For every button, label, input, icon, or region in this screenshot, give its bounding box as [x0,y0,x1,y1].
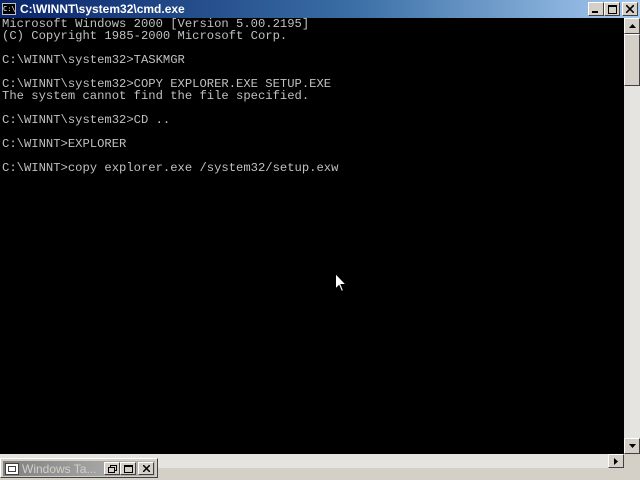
close-button[interactable] [138,462,154,475]
size-grip[interactable] [624,454,640,480]
console-line: C:\WINNT>EXPLORER [2,137,127,151]
close-icon [626,5,634,13]
maximize-button[interactable] [604,2,620,16]
restore-icon [107,464,117,473]
scroll-down-button[interactable] [624,438,640,454]
maximize-icon [123,464,133,473]
vertical-scrollbar[interactable] [624,18,640,454]
minimized-task-manager-window[interactable]: Windows Ta... [0,458,158,478]
console-output[interactable]: Microsoft Windows 2000 [Version 5.00.219… [0,18,624,454]
close-button[interactable] [622,2,638,16]
console-line: The system cannot find the file specifie… [2,89,310,103]
maximize-icon [607,4,617,14]
console-line: (C) Copyright 1985-2000 Microsoft Corp. [2,29,288,43]
console-line: C:\WINNT\system32>CD .. [2,113,171,127]
minimized-title-bar[interactable]: Windows Ta... [3,461,155,476]
close-icon [142,465,150,472]
cmd-icon[interactable]: C:\ [2,3,16,15]
restore-button[interactable] [104,462,120,475]
arrow-right-icon [614,457,618,465]
arrow-down-icon [628,444,636,448]
console-line: C:\WINNT\system32>TASKMGR [2,53,185,67]
console-input-line[interactable]: C:\WINNT>copy explorer.exe /system32/set… [2,162,624,174]
scroll-right-button[interactable] [608,454,624,468]
maximize-button[interactable] [120,462,136,475]
mouse-pointer-icon [335,273,347,293]
window-title: C:\WINNT\system32\cmd.exe [20,2,185,16]
arrow-up-icon [628,24,636,28]
minimized-title-buttons [104,462,154,475]
minimized-window-title: Windows Ta... [22,461,97,476]
task-manager-icon [5,462,19,475]
scroll-up-button[interactable] [624,18,640,34]
title-bar[interactable]: C:\ C:\WINNT\system32\cmd.exe [0,0,640,18]
minimize-icon [592,11,598,13]
vertical-scroll-thumb[interactable] [624,34,640,86]
minimize-button[interactable] [588,2,604,16]
title-buttons [588,2,638,16]
